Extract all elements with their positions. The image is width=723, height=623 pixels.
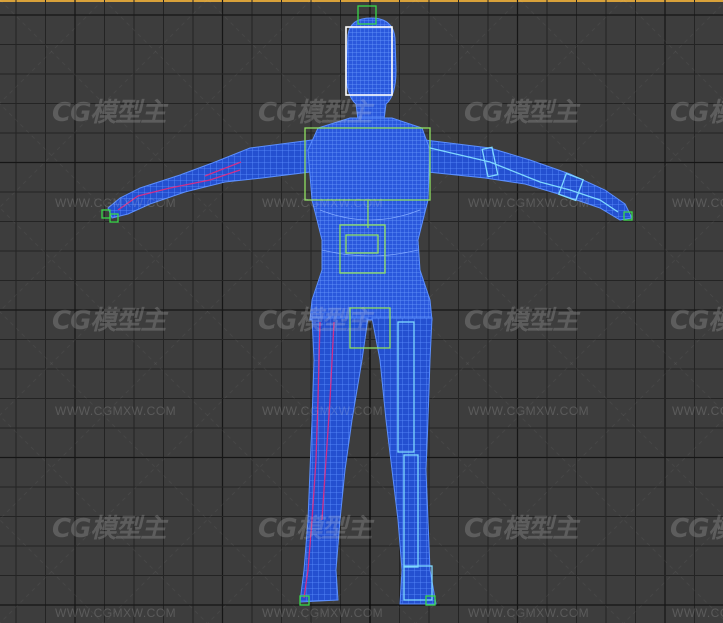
watermark-logo: CG模型主 [258,306,372,336]
left-leg-mesh [299,317,369,603]
watermark-logo: CG模型主 [52,98,166,128]
watermark-url: WWW.CGMXW.COM [468,196,590,210]
front-viewport[interactable]: CG模型主 CG模型主 CG模型主 CG模型主 CG模型主 CG模型主 CG模型… [0,0,723,623]
watermark-logo: CG模型主 [464,306,578,336]
watermark-url: WWW.CGMXW.COM [262,404,384,418]
watermark-logo: CG模型主 [464,98,578,128]
watermark-url: WWW.CGMXW.COM [262,196,384,210]
watermark-url: WWW.CGMXW.COM [55,404,177,418]
watermark-logo: CG模型主 [670,98,723,128]
watermark-logo: CG模型主 [258,514,372,544]
torso-mesh [307,117,433,321]
watermark-logo: CG模型主 [670,306,723,336]
watermark-url: WWW.CGMXW.COM [55,196,177,210]
watermark-url: WWW.CGMXW.COM [672,404,723,418]
watermark-logo: CG模型主 [258,98,372,128]
watermark-logo: CG模型主 [670,514,723,544]
watermark-logo: CG模型主 [52,306,166,336]
watermark-url: WWW.CGMXW.COM [468,404,590,418]
watermark-logo: CG模型主 [464,514,578,544]
watermark-url: WWW.CGMXW.COM [672,196,723,210]
watermark-logo: CG模型主 [52,514,166,544]
watermark-url: WWW.CGMXW.COM [672,606,723,620]
watermark-url: WWW.CGMXW.COM [55,606,177,620]
watermark-url: WWW.CGMXW.COM [262,606,384,620]
watermark-url: WWW.CGMXW.COM [468,606,590,620]
